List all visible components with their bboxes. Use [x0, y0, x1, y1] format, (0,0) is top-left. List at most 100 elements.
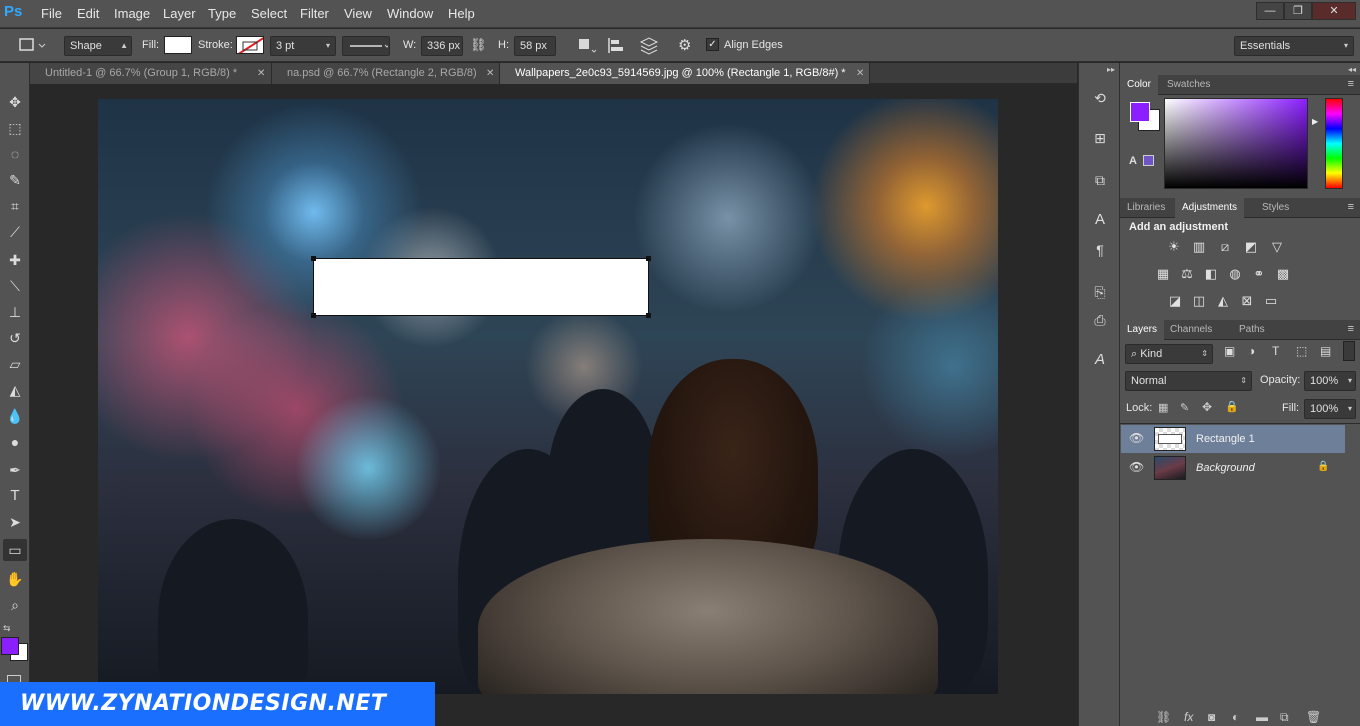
transform-handle[interactable]	[311, 313, 316, 318]
tab-layers[interactable]: Layers	[1120, 320, 1165, 340]
lasso-icon[interactable]: ◌	[3, 143, 27, 165]
rectangle-shape[interactable]	[311, 256, 651, 318]
invert-icon[interactable]: ◪	[1166, 293, 1184, 309]
quick-select-icon[interactable]: ✎	[3, 169, 27, 191]
dodge-icon[interactable]: ●	[3, 431, 27, 453]
close-icon[interactable]: ✕	[856, 63, 864, 84]
fill-opacity-input[interactable]: 100% ▾	[1304, 399, 1356, 419]
filter-shape-icon[interactable]: ⬚	[1296, 344, 1307, 358]
link-layers-icon[interactable]: ⛓	[1156, 710, 1171, 724]
glyphs-icon[interactable]: A	[1088, 349, 1112, 371]
workspace-select[interactable]: Essentials ▾	[1234, 36, 1354, 56]
eye-icon[interactable]: 👁	[1129, 460, 1144, 474]
pen-icon[interactable]: ✒	[3, 459, 27, 481]
paragraph-icon[interactable]: ¶	[1088, 239, 1112, 261]
tab-color[interactable]: Color	[1120, 75, 1158, 95]
shape-mode-select[interactable]: Shape ▲	[64, 36, 132, 56]
hue-slider[interactable]	[1325, 98, 1343, 189]
menu-view[interactable]: View	[344, 6, 372, 21]
transform-handle[interactable]	[646, 313, 651, 318]
healing-icon[interactable]: ✚	[3, 249, 27, 271]
menu-select[interactable]: Select	[251, 6, 287, 21]
delete-layer-icon[interactable]: 🗑	[1306, 710, 1321, 724]
paint-bucket-icon[interactable]: ◭	[3, 379, 27, 401]
blur-icon[interactable]: 💧	[3, 405, 27, 427]
width-input[interactable]: 336 px	[421, 36, 463, 56]
new-group-icon[interactable]: ▬	[1256, 710, 1268, 724]
align-edges-checkbox[interactable]: ✓	[706, 38, 719, 51]
close-window-button[interactable]: ✕	[1312, 2, 1356, 20]
marquee-icon[interactable]: ⬚	[3, 117, 27, 139]
tab-styles[interactable]: Styles	[1255, 198, 1296, 218]
color-lookup-icon[interactable]: ▩	[1274, 266, 1292, 282]
tab-channels[interactable]: Channels	[1163, 320, 1219, 340]
layer-filter-select[interactable]: ⌕ Kind ⇕	[1125, 344, 1213, 364]
clone-source-icon[interactable]: ⧉	[1088, 169, 1112, 191]
filter-adjustment-icon[interactable]: ◑	[1248, 344, 1255, 358]
layer-name[interactable]: Background	[1196, 454, 1255, 482]
color-foreground-swatch[interactable]	[1130, 102, 1150, 122]
path-select-icon[interactable]: ➤	[3, 511, 27, 533]
close-icon[interactable]: ✕	[257, 63, 265, 84]
filter-toggle[interactable]	[1343, 341, 1355, 361]
layer-name[interactable]: Rectangle 1	[1196, 425, 1255, 453]
height-input[interactable]: 58 px	[514, 36, 556, 56]
fill-swatch[interactable]	[164, 36, 192, 54]
restore-button[interactable]: ❐	[1284, 2, 1312, 20]
link-dimensions-icon[interactable]: ⛓	[470, 37, 488, 55]
photo-filter-icon[interactable]: ◍	[1226, 266, 1244, 282]
rectangle-icon[interactable]: ▭	[3, 539, 27, 561]
menu-edit[interactable]: Edit	[77, 6, 99, 21]
collapse-dock-icon[interactable]: ▸▸	[1107, 65, 1115, 74]
tab-swatches[interactable]: Swatches	[1160, 75, 1217, 95]
color-spectrum-picker[interactable]	[1164, 98, 1308, 189]
eraser-icon[interactable]: ▱	[3, 353, 27, 375]
tab-paths[interactable]: Paths	[1232, 320, 1272, 340]
web-safe-swatch[interactable]	[1143, 155, 1154, 166]
gear-icon[interactable]: ⚙	[678, 37, 696, 55]
type-icon[interactable]: T	[3, 485, 27, 507]
lock-transparency-icon[interactable]: ▦	[1158, 401, 1168, 414]
levels-icon[interactable]: ▥	[1190, 239, 1208, 255]
menu-image[interactable]: Image	[114, 6, 150, 21]
paragraph-styles-icon[interactable]: ⎙	[1088, 309, 1112, 331]
character-icon[interactable]: A	[1088, 209, 1112, 231]
stroke-width-input[interactable]: 3 pt ▾	[270, 36, 336, 56]
blend-mode-select[interactable]: Normal ⇕	[1125, 371, 1252, 391]
filter-smart-object-icon[interactable]: ▤	[1320, 344, 1331, 358]
tool-preset-picker[interactable]	[6, 35, 46, 55]
panel-menu-icon[interactable]: ≡	[1348, 201, 1354, 213]
panel-menu-icon[interactable]: ≡	[1348, 323, 1354, 335]
move-icon[interactable]: ✥	[3, 91, 27, 113]
tab-untitled-1[interactable]: Untitled-1 @ 66.7% (Group 1, RGB/8) * ✕	[30, 63, 272, 84]
path-arrangement-button[interactable]	[638, 36, 660, 56]
vibrance-icon[interactable]: ▽	[1268, 239, 1286, 255]
fx-icon[interactable]: fx	[1184, 710, 1193, 724]
collapse-panels-icon[interactable]: ◂◂	[1348, 65, 1356, 74]
menu-filter[interactable]: Filter	[300, 6, 329, 21]
transform-handle[interactable]	[646, 256, 651, 261]
filter-type-icon[interactable]: T	[1272, 344, 1279, 358]
tab-adjustments[interactable]: Adjustments	[1175, 198, 1245, 218]
hand-icon[interactable]: ✋	[3, 568, 27, 590]
minimize-button[interactable]: —	[1256, 2, 1284, 20]
new-layer-icon[interactable]: ⧉	[1280, 710, 1289, 725]
crop-icon[interactable]: ⌗	[3, 195, 27, 217]
close-icon[interactable]: ✕	[486, 63, 494, 84]
lock-position-icon[interactable]: ✥	[1202, 400, 1212, 414]
opacity-input[interactable]: 100% ▾	[1304, 371, 1356, 391]
panel-menu-icon[interactable]: ≡	[1348, 78, 1354, 90]
menu-file[interactable]: File	[41, 6, 62, 21]
properties-icon[interactable]: ⊞	[1088, 127, 1112, 149]
layer-row-rectangle-1[interactable]: 👁 Rectangle 1	[1121, 425, 1345, 453]
selective-color-icon[interactable]: ⊠	[1238, 293, 1256, 309]
path-alignment-button[interactable]	[606, 36, 628, 56]
menu-layer[interactable]: Layer	[163, 6, 196, 21]
stamp-icon[interactable]: ⊥	[3, 301, 27, 323]
menu-type[interactable]: Type	[208, 6, 236, 21]
history-icon[interactable]: ⟲	[1088, 87, 1112, 109]
posterize-icon[interactable]: ◫	[1190, 293, 1208, 309]
filter-pixel-icon[interactable]: ▣	[1224, 344, 1235, 358]
menu-help[interactable]: Help	[448, 6, 475, 21]
brightness-icon[interactable]: ☀	[1165, 239, 1183, 255]
